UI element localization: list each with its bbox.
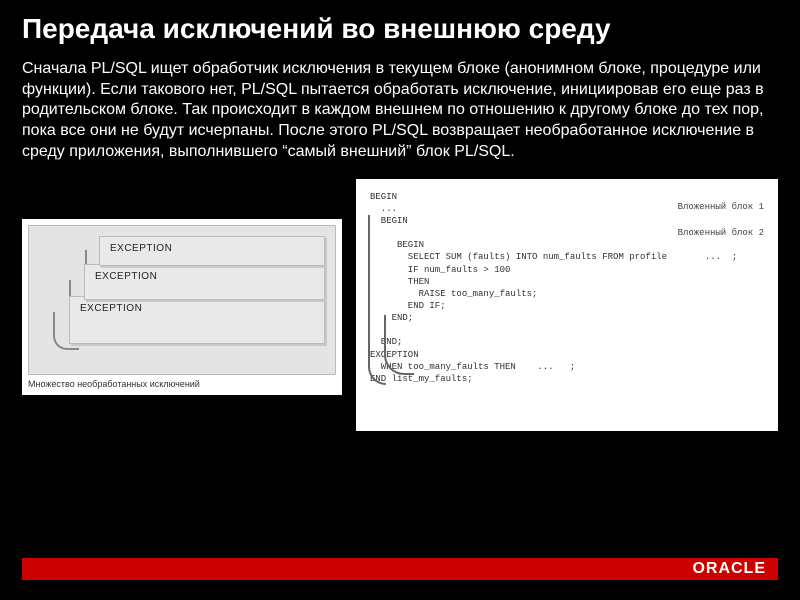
arrow-icon: [384, 315, 414, 375]
code-line: SELECT SUM (faults) INTO num_faults FROM…: [370, 251, 764, 263]
block-label: EXCEPTION: [110, 243, 172, 254]
brand-bar: ORACLE: [22, 558, 778, 580]
arrow-icon: [368, 215, 386, 385]
slide-title: Передача исключений во внешнюю среду: [22, 14, 778, 45]
diagram-caption: Множество необработанных исключений: [28, 379, 336, 389]
code-line: IF num_faults > 100: [370, 264, 764, 276]
block-label: EXCEPTION: [95, 271, 157, 282]
code-line: [370, 324, 764, 336]
block-label: EXCEPTION: [80, 303, 142, 314]
code-line: EXCEPTION: [370, 349, 764, 361]
figures-row: EXCEPTION EXCEPTION EXCEPTION Множество …: [22, 179, 778, 431]
code-line: END IF;: [370, 300, 764, 312]
code-line: END;: [370, 336, 764, 348]
code-example: Вложенный блок 1 Вложенный блок 2 BEGIN …: [356, 179, 778, 431]
code-line: THEN: [370, 276, 764, 288]
oracle-logo: ORACLE: [692, 560, 766, 578]
block-tag: Вложенный блок 2: [678, 227, 764, 239]
block-tag: Вложенный блок 1: [678, 201, 764, 213]
propagation-diagram: EXCEPTION EXCEPTION EXCEPTION Множество …: [22, 219, 342, 395]
code-line: BEGIN: [370, 215, 764, 227]
code-line: RAISE too_many_faults;: [370, 288, 764, 300]
code-line: BEGIN: [370, 239, 764, 251]
code-line: WHEN too_many_faults THEN ... ;: [370, 361, 764, 373]
slide-body: Сначала PL/SQL ищет обработчик исключени…: [22, 59, 778, 163]
code-line: END list_my_faults;: [370, 373, 764, 385]
code-line: END;: [370, 312, 764, 324]
footer: ORACLE: [0, 558, 800, 588]
